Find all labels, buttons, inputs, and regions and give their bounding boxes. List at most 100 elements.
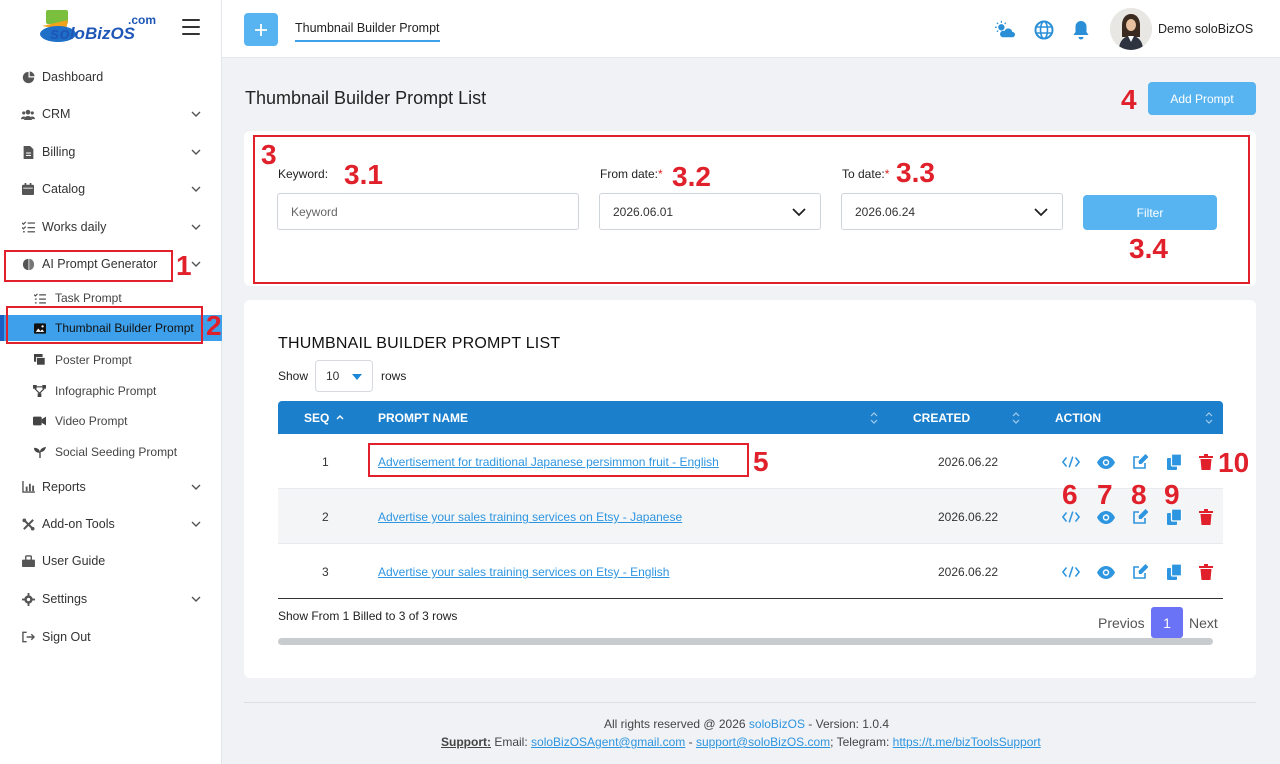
copy-icon[interactable]	[1165, 453, 1183, 471]
add-prompt-button[interactable]: Add Prompt	[1148, 82, 1256, 115]
pagination-page-1[interactable]: 1	[1151, 607, 1183, 638]
annotation-number: 2	[206, 310, 222, 341]
prompt-name-link[interactable]: Advertisement for traditional Japanese p…	[378, 455, 719, 469]
sidebar-item-catalog[interactable]: Catalog	[0, 174, 222, 204]
edit-icon[interactable]	[1131, 563, 1149, 581]
sidebar-item-works-daily[interactable]: Works daily	[0, 212, 222, 242]
prompt-name-link[interactable]: Advertise your sales training services o…	[378, 565, 669, 579]
annotation-number: 3.1	[344, 159, 383, 190]
pagination-next[interactable]: Next	[1189, 615, 1218, 631]
user-name[interactable]: Demo soloBizOS	[1158, 22, 1253, 36]
sidebar-item-add-on-tools[interactable]: Add-on Tools	[0, 509, 222, 539]
sidebar-item-dashboard[interactable]: Dashboard	[0, 62, 222, 92]
quick-add-button[interactable]	[244, 13, 278, 46]
filter-button[interactable]: Filter	[1083, 195, 1217, 230]
brand-logo[interactable]: soloBizOS .com	[38, 8, 168, 48]
sort-icon[interactable]	[1205, 412, 1213, 424]
edit-icon[interactable]	[1131, 453, 1149, 471]
eye-icon[interactable]	[1097, 563, 1115, 581]
footer-brand-link[interactable]: soloBizOS	[749, 717, 805, 731]
calendar-icon	[21, 182, 35, 196]
column-header-created[interactable]: CREATED	[913, 411, 970, 425]
show-label: Show	[278, 369, 309, 383]
copy-icon[interactable]	[1165, 563, 1183, 581]
annotation-number: 10	[1218, 447, 1250, 478]
eye-icon[interactable]	[1097, 453, 1115, 471]
checklist-icon	[21, 220, 35, 234]
code-icon[interactable]	[1062, 563, 1080, 581]
weather-icon[interactable]	[995, 20, 1015, 40]
trash-icon[interactable]	[1197, 453, 1215, 471]
row-seq: 3	[322, 565, 329, 579]
rows-per-page-select[interactable]: 10	[315, 360, 373, 392]
sidebar-item-label: User Guide	[42, 554, 106, 568]
annotation-number: 3.4	[1129, 233, 1168, 264]
row-seq: 2	[322, 510, 329, 524]
sidebar-subitem-label: Infographic Prompt	[55, 384, 157, 398]
rows-label: rows	[381, 369, 407, 383]
keyword-input[interactable]	[277, 193, 579, 230]
tab-thumbnail-builder-prompt[interactable]: Thumbnail Builder Prompt	[295, 21, 440, 42]
trash-icon[interactable]	[1197, 508, 1215, 526]
sidebar-item-billing[interactable]: Billing	[0, 137, 222, 167]
column-header-action: ACTION	[1055, 411, 1101, 425]
sidebar-item-reports[interactable]: Reports	[0, 472, 222, 502]
image-icon	[33, 322, 46, 335]
table-row: 2 Advertise your sales training services…	[278, 489, 1223, 544]
sort-asc-icon[interactable]	[336, 412, 344, 424]
code-icon[interactable]	[1062, 453, 1080, 471]
sidebar: soloBizOS .com Dashboard CRM Billing Cat…	[0, 0, 222, 764]
support-email-link-2[interactable]: support@soloBizOS.com	[696, 735, 830, 749]
row-seq: 1	[322, 455, 329, 469]
users-icon	[21, 107, 35, 121]
invoice-icon	[21, 145, 35, 159]
annotation-number: 8	[1131, 479, 1147, 510]
sidebar-subitem-social-seeding-prompt[interactable]: Social Seeding Prompt	[0, 439, 222, 465]
prompt-name-link[interactable]: Advertise your sales training services o…	[378, 510, 682, 524]
seedling-icon	[33, 446, 46, 459]
pie-chart-icon	[21, 70, 35, 84]
pagination-previous[interactable]: Previos	[1098, 615, 1145, 631]
sort-icon[interactable]	[870, 412, 878, 424]
diagram-icon	[33, 385, 46, 398]
support-email-link[interactable]: soloBizOSAgent@gmail.com	[531, 735, 685, 749]
sidebar-subitem-infographic-prompt[interactable]: Infographic Prompt	[0, 378, 222, 404]
bell-icon[interactable]	[1071, 20, 1091, 40]
sidebar-subitem-thumbnail-builder-prompt[interactable]: Thumbnail Builder Prompt	[0, 315, 222, 341]
annotation-number: 3	[261, 139, 277, 170]
plus-icon	[255, 23, 267, 36]
chevron-down-icon	[191, 186, 201, 192]
menu-toggle-button[interactable]	[182, 19, 200, 35]
avatar[interactable]	[1110, 8, 1152, 50]
chevron-down-icon	[191, 224, 201, 230]
column-header-seq[interactable]: SEQ	[304, 411, 329, 425]
sidebar-subitem-label: Task Prompt	[55, 291, 122, 305]
sidebar-item-settings[interactable]: Settings	[0, 584, 222, 614]
poster-icon	[33, 354, 46, 367]
from-date-label: From date:*	[600, 167, 663, 181]
column-header-prompt-name[interactable]: PROMPT NAME	[378, 411, 468, 425]
annotation-number: 6	[1062, 479, 1078, 510]
to-date-value: 2026.06.24	[855, 204, 916, 219]
trash-icon[interactable]	[1197, 563, 1215, 581]
sort-icon[interactable]	[1012, 412, 1020, 424]
sidebar-item-user-guide[interactable]: User Guide	[0, 546, 222, 576]
horizontal-scrollbar[interactable]	[278, 638, 1213, 645]
telegram-link[interactable]: https://t.me/bizToolsSupport	[893, 735, 1041, 749]
sidebar-subitem-video-prompt[interactable]: Video Prompt	[0, 408, 222, 434]
from-date-value: 2026.06.01	[613, 204, 674, 219]
row-created: 2026.06.22	[938, 510, 999, 524]
chevron-down-icon	[191, 596, 201, 602]
to-date-select[interactable]: 2026.06.24	[841, 193, 1063, 230]
row-created: 2026.06.22	[938, 565, 999, 579]
sidebar-subitem-poster-prompt[interactable]: Poster Prompt	[0, 347, 222, 373]
sidebar-item-label: AI Prompt Generator	[42, 257, 158, 271]
sidebar-item-label: Billing	[42, 145, 76, 159]
table-info: Show From 1 Billed to 3 of 3 rows	[278, 609, 458, 623]
sidebar-item-sign-out[interactable]: Sign Out	[0, 622, 222, 652]
sidebar-subitem-task-prompt[interactable]: Task Prompt	[0, 285, 222, 311]
sidebar-item-crm[interactable]: CRM	[0, 99, 222, 129]
globe-icon[interactable]	[1034, 20, 1054, 40]
from-date-select[interactable]: 2026.06.01	[599, 193, 821, 230]
chevron-down-icon	[1034, 208, 1048, 217]
